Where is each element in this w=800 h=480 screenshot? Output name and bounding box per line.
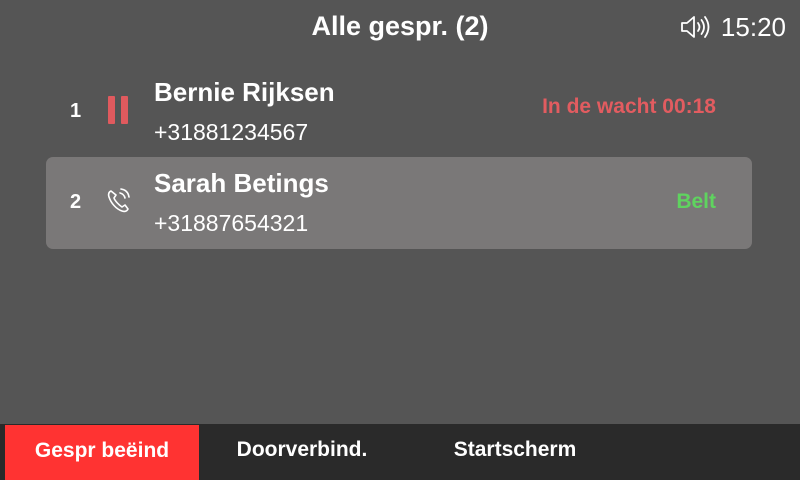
- call-status: Belt: [676, 190, 716, 213]
- end-call-button[interactable]: Gespr beëind: [5, 425, 199, 480]
- transfer-button[interactable]: Doorverbind.: [205, 424, 399, 480]
- call-index: 2: [70, 191, 82, 213]
- header-status-area: 15:20: [679, 10, 786, 44]
- caller-number: +31881234567: [154, 119, 309, 145]
- caller-name: Sarah Betings: [154, 168, 329, 198]
- call-index: 1: [70, 100, 82, 122]
- softkey-bar: Gespr beëind Doorverbind. Startscherm: [0, 424, 800, 480]
- ringing-phone-icon: [107, 188, 130, 213]
- clock: 15:20: [720, 12, 786, 42]
- status-header: Alle gespr. (2) 15:20: [0, 0, 800, 56]
- pause-icon: [104, 94, 134, 126]
- home-screen-button[interactable]: Startscherm: [418, 424, 612, 480]
- call-row-ringing[interactable]: 2 Sarah Betings +31887654321 Belt: [46, 157, 752, 249]
- call-status: In de wacht 00:18: [542, 95, 716, 118]
- caller-number: +31887654321: [154, 210, 309, 236]
- call-row-held[interactable]: 1 Bernie Rijksen +31881234567 In de wach…: [46, 66, 752, 158]
- speaker-volume-icon: [681, 16, 710, 38]
- caller-name: Bernie Rijksen: [154, 77, 335, 107]
